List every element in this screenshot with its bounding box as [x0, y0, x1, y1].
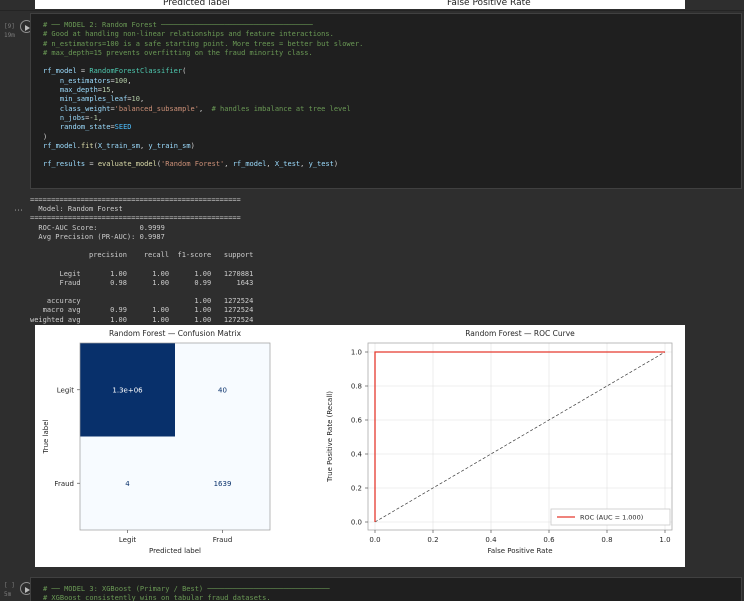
previous-figure-bottom: Predicted label False Positive Rate	[35, 0, 685, 9]
svg-text:4: 4	[125, 480, 130, 488]
notebook-editor: Predicted label False Positive Rate [9] …	[0, 0, 744, 601]
prev-xlabel-left: Predicted label	[163, 0, 230, 8]
code-cell-random-forest[interactable]: # ── MODEL 2: Random Forest ────────────…	[30, 13, 742, 189]
code-cell-xgboost[interactable]: # ── MODEL 3: XGBoost (Primary / Best) ─…	[30, 577, 742, 601]
svg-text:0.6: 0.6	[543, 536, 555, 544]
svg-text:1.3e+06: 1.3e+06	[112, 386, 143, 394]
svg-text:Fraud: Fraud	[54, 480, 74, 488]
svg-text:False Positive Rate: False Positive Rate	[487, 547, 552, 555]
svg-text:Predicted label: Predicted label	[149, 547, 201, 555]
svg-text:1639: 1639	[214, 480, 232, 488]
svg-text:ROC (AUC = 1.000): ROC (AUC = 1.000)	[580, 514, 643, 522]
prev-xlabel-right: False Positive Rate	[447, 0, 531, 8]
svg-text:40: 40	[218, 386, 227, 394]
output-collapse-indicator[interactable]: ⋯	[14, 206, 23, 216]
svg-text:0.6: 0.6	[351, 417, 363, 425]
svg-text:Random Forest — ROC Curve: Random Forest — ROC Curve	[465, 329, 575, 338]
svg-text:1.0: 1.0	[659, 536, 670, 544]
cell-separator	[0, 10, 744, 11]
svg-text:True Positive Rate (Recall): True Positive Rate (Recall)	[326, 391, 334, 483]
cell-output-figure: 1.3e+06 40 4 1639 Random Forest — Confusion …	[35, 325, 685, 567]
code-editor[interactable]: # ── MODEL 2: Random Forest ────────────…	[31, 14, 741, 170]
svg-text:1.0: 1.0	[351, 349, 362, 357]
svg-text:0.0: 0.0	[369, 536, 380, 544]
svg-text:0.8: 0.8	[351, 383, 362, 391]
svg-text:0.8: 0.8	[601, 536, 612, 544]
svg-text:0.4: 0.4	[351, 451, 363, 459]
svg-text:0.0: 0.0	[351, 519, 362, 527]
svg-text:Random Forest — Confusion Matr: Random Forest — Confusion Matrix	[109, 329, 242, 338]
code-editor[interactable]: # ── MODEL 3: XGBoost (Primary / Best) ─…	[31, 578, 741, 601]
svg-text:0.4: 0.4	[485, 536, 497, 544]
svg-text:Legit: Legit	[119, 536, 136, 544]
cell-output-text: ========================================…	[30, 196, 254, 324]
svg-text:0.2: 0.2	[427, 536, 438, 544]
svg-text:0.2: 0.2	[351, 485, 362, 493]
svg-text:Legit: Legit	[57, 386, 74, 394]
svg-text:Fraud: Fraud	[213, 536, 233, 544]
svg-text:True label: True label	[42, 419, 50, 454]
results-figure: 1.3e+06 40 4 1639 Random Forest — Confusion …	[42, 329, 673, 555]
